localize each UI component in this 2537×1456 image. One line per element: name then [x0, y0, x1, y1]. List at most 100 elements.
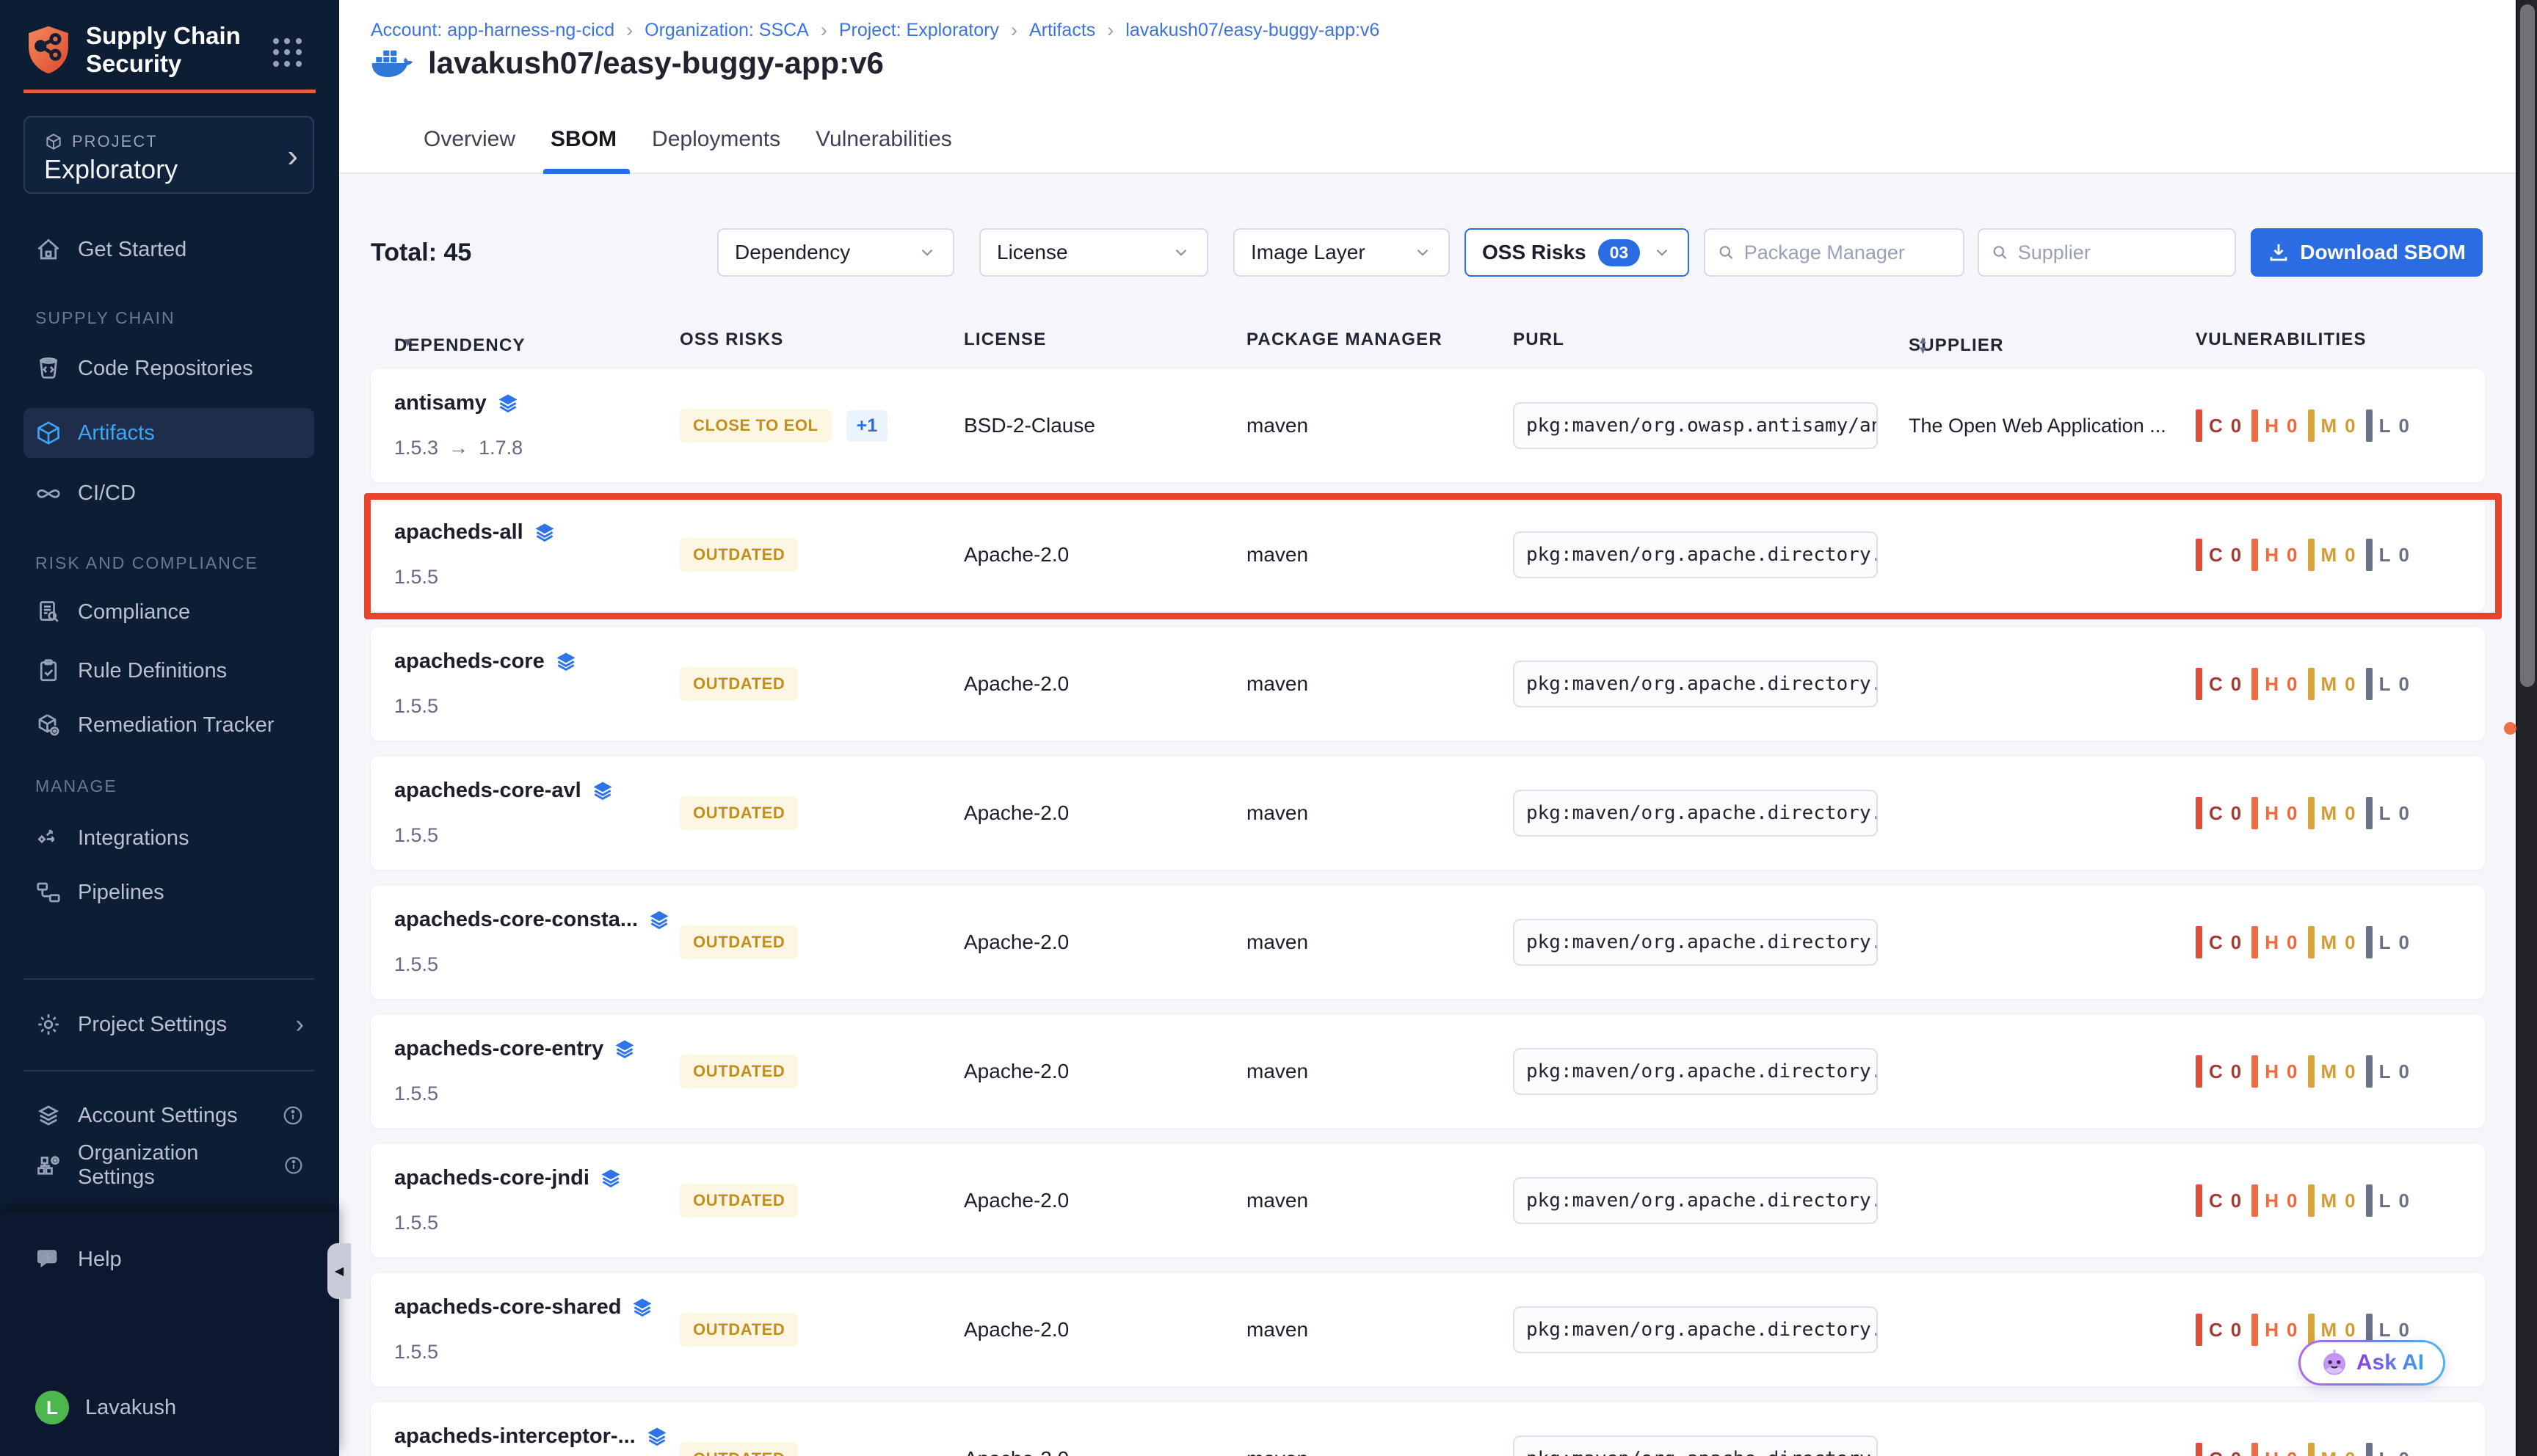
sidebar-item-cicd[interactable]: CI/CD: [23, 473, 314, 514]
more-risks-chip[interactable]: +1: [846, 410, 888, 442]
brand-line2: Security: [86, 50, 241, 78]
supplier-search-input[interactable]: [2018, 241, 2223, 264]
dependency-version: 1.5.5: [394, 695, 438, 718]
breadcrumb-project[interactable]: Project: Exploratory: [839, 20, 999, 41]
breadcrumb-account[interactable]: Account: app-harness-ng-cicd: [371, 20, 614, 41]
risk-badge: OUTDATED: [680, 1313, 798, 1347]
sidebar-item-organization-settings[interactable]: Organization Settings: [23, 1145, 314, 1186]
remediation-box-icon: [35, 712, 62, 738]
sidebar-footer: ? Help L Lavakush: [0, 1212, 339, 1456]
table-row-apacheds-core-shared[interactable]: apacheds-core-shared1.5.5 OUTDATED Apach…: [371, 1273, 2485, 1386]
breadcrumb-artifact-name[interactable]: lavakush07/easy-buggy-app:v6: [1125, 20, 1379, 41]
breadcrumb-separator: ›: [1107, 19, 1114, 42]
tab-vulnerabilities[interactable]: Vulnerabilities: [816, 127, 952, 152]
table-row-apacheds-core-jndi[interactable]: apacheds-core-jndi1.5.5 OUTDATED Apache-…: [371, 1144, 2485, 1257]
table-row-apacheds-core-constants[interactable]: apacheds-core-consta...1.5.5 OUTDATED Ap…: [371, 886, 2485, 999]
table-row-antisamy[interactable]: antisamy 1.5.3→1.7.8 CLOSE TO EOL+1 BSD-…: [371, 369, 2485, 482]
column-purl: PURL: [1513, 330, 1564, 350]
sidebar-item-integrations[interactable]: Integrations: [23, 818, 314, 859]
critical-count: C0: [2196, 797, 2241, 829]
purl-value[interactable]: pkg:maven/org.apache.directory.s…: [1513, 1048, 1878, 1095]
package-manager-value: maven: [1246, 1273, 1308, 1386]
module-switcher-icon[interactable]: [273, 38, 302, 68]
table-row-apacheds-core-entry[interactable]: apacheds-core-entry1.5.5 OUTDATED Apache…: [371, 1015, 2485, 1128]
package-manager-search[interactable]: [1704, 228, 1964, 277]
table-row-apacheds-all[interactable]: apacheds-all1.5.5 OUTDATED Apache-2.0 ma…: [371, 498, 2485, 611]
dependency-upgrade-version: 1.7.8: [479, 437, 523, 459]
sidebar-item-label: Compliance: [78, 600, 190, 625]
tab-sbom[interactable]: SBOM: [551, 127, 617, 152]
purl-value[interactable]: pkg:maven/org.apache.directory.s…: [1513, 660, 1878, 707]
scrollbar-thumb[interactable]: [2520, 4, 2535, 687]
sidebar-item-label: CI/CD: [78, 481, 136, 506]
sidebar-item-remediation-tracker[interactable]: Remediation Tracker: [23, 705, 314, 746]
breadcrumb-artifacts[interactable]: Artifacts: [1029, 20, 1095, 41]
dependency-filter-label: Dependency: [735, 241, 850, 264]
table-row-apacheds-core[interactable]: apacheds-core1.5.5 OUTDATED Apache-2.0 m…: [371, 627, 2485, 740]
table-row-apacheds-interceptor[interactable]: apacheds-interceptor-...1.5.5 OUTDATED A…: [371, 1402, 2485, 1456]
sidebar-item-label: Get Started: [78, 238, 186, 262]
purl-value[interactable]: pkg:maven/org.apache.directory.s…: [1513, 531, 1878, 578]
image-layer-filter-dropdown[interactable]: Image Layer: [1233, 228, 1450, 277]
sidebar-item-compliance[interactable]: Compliance: [23, 592, 314, 633]
sidebar-item-get-started[interactable]: Get Started: [23, 229, 314, 270]
sidebar-item-rule-definitions[interactable]: Rule Definitions: [23, 650, 314, 691]
chevron-down-icon: [1172, 243, 1191, 262]
layers-icon: [631, 1297, 653, 1319]
purl-value[interactable]: pkg:maven/org.apache.directory.s…: [1513, 1306, 1878, 1353]
license-value: Apache-2.0: [964, 627, 1069, 740]
layers-icon: [555, 651, 577, 673]
sidebar-item-label: Organization Settings: [78, 1141, 267, 1190]
sidebar-collapse-handle[interactable]: ◀: [327, 1243, 351, 1299]
sidebar-item-project-settings[interactable]: Project Settings ›: [23, 1004, 314, 1045]
download-sbom-button[interactable]: Download SBOM: [2251, 228, 2483, 277]
sidebar-item-code-repositories[interactable]: Code Repositories: [23, 348, 314, 389]
purl-value[interactable]: pkg:maven/org.apache.directory.s…: [1513, 919, 1878, 966]
annotation-dot[interactable]: [2504, 722, 2516, 735]
info-icon: [283, 1154, 304, 1176]
sidebar-item-help[interactable]: ? Help: [23, 1239, 314, 1280]
scrollbar-track[interactable]: [2516, 0, 2537, 1456]
risk-badge: OUTDATED: [680, 667, 798, 701]
oss-risks-filter-dropdown[interactable]: OSS Risks 03: [1465, 228, 1689, 277]
critical-count: C0: [2196, 1443, 2241, 1456]
package-manager-value: maven: [1246, 1402, 1308, 1456]
layers-icon: [592, 780, 614, 802]
sidebar-item-artifacts[interactable]: Artifacts: [23, 408, 314, 458]
low-count: L0: [2366, 926, 2409, 958]
table-row-apacheds-core-avl[interactable]: apacheds-core-avl1.5.5 OUTDATED Apache-2…: [371, 757, 2485, 870]
dependency-version: 1.5.5: [394, 953, 438, 976]
tab-bar: Overview SBOM Deployments Vulnerabilitie…: [424, 106, 952, 172]
chevron-right-icon: ›: [296, 1011, 304, 1039]
license-filter-dropdown[interactable]: License: [979, 228, 1208, 277]
project-selector[interactable]: PROJECT Exploratory ›: [23, 116, 314, 194]
sidebar-item-label: Remediation Tracker: [78, 713, 275, 738]
critical-count: C0: [2196, 539, 2241, 571]
purl-value[interactable]: pkg:maven/org.owasp.antisamy/ant…: [1513, 402, 1878, 449]
sidebar-item-account-settings[interactable]: Account Settings: [23, 1095, 314, 1136]
low-count: L0: [2366, 539, 2409, 571]
section-risk-and-compliance: RISK AND COMPLIANCE: [35, 553, 258, 573]
tab-overview[interactable]: Overview: [424, 127, 515, 152]
purl-value[interactable]: pkg:maven/org.apache.directory.s…: [1513, 1435, 1878, 1456]
ask-ai-button[interactable]: Ask AI: [2298, 1340, 2445, 1386]
layers-icon: [534, 522, 556, 544]
supplier-value: [1909, 498, 2180, 611]
purl-value[interactable]: pkg:maven/org.apache.directory.s…: [1513, 790, 1878, 837]
medium-count: M0: [2308, 797, 2356, 829]
package-manager-search-input[interactable]: [1744, 241, 1951, 264]
breadcrumb-organization[interactable]: Organization: SSCA: [645, 20, 809, 41]
brand[interactable]: Supply ChainSecurity: [24, 22, 241, 78]
medium-count: M0: [2308, 926, 2356, 958]
tab-deployments[interactable]: Deployments: [652, 127, 780, 152]
critical-count: C0: [2196, 1055, 2241, 1088]
purl-value[interactable]: pkg:maven/org.apache.directory.s…: [1513, 1177, 1878, 1224]
low-count: L0: [2366, 797, 2409, 829]
license-value: Apache-2.0: [964, 1015, 1069, 1128]
dependency-filter-dropdown[interactable]: Dependency: [717, 228, 954, 277]
svg-text:?: ?: [46, 1252, 51, 1263]
sidebar-item-label: Help: [78, 1248, 122, 1272]
supplier-search[interactable]: [1978, 228, 2236, 277]
sidebar-item-pipelines[interactable]: Pipelines: [23, 872, 314, 913]
user-menu[interactable]: L Lavakush: [23, 1387, 314, 1428]
